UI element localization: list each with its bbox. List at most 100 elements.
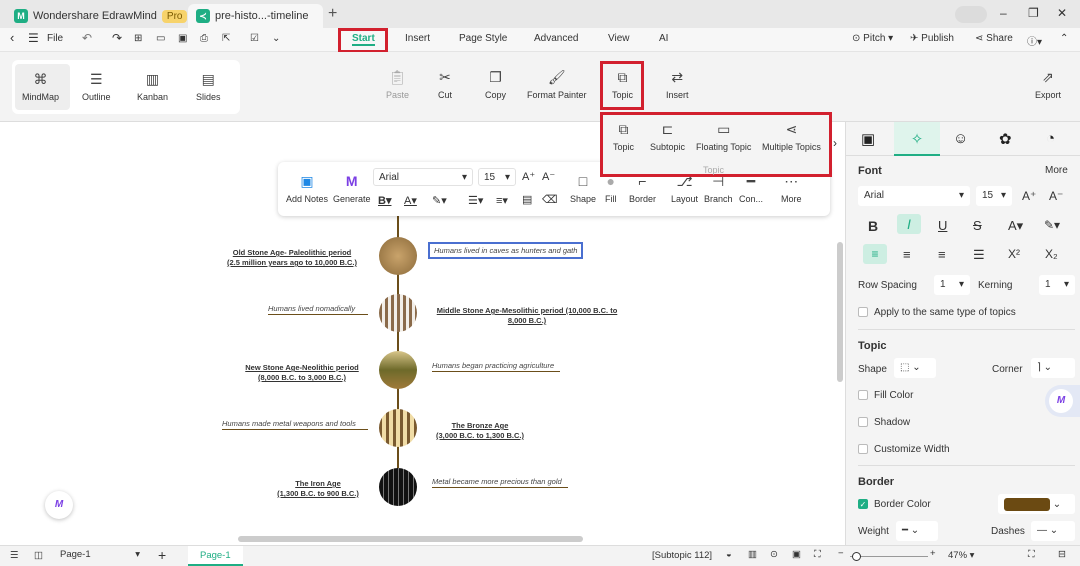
- increase-font-icon[interactable]: A⁺: [522, 170, 535, 183]
- font-more-link[interactable]: More: [1045, 165, 1068, 176]
- checkbox[interactable]: [858, 444, 868, 455]
- align-right-icon[interactable]: ≡: [938, 247, 946, 262]
- shape-select[interactable]: ⬚ ⌄: [894, 358, 936, 378]
- align-center-icon[interactable]: ≡: [903, 247, 911, 262]
- border-color-picker[interactable]: ⌄: [998, 494, 1075, 514]
- superscript-icon[interactable]: X²: [1008, 247, 1020, 261]
- note-new-stone-age[interactable]: Humans began practicing agriculture: [432, 361, 560, 372]
- timeline-node-image[interactable]: [379, 351, 417, 389]
- theme-tab-icon[interactable]: ✿: [999, 130, 1012, 148]
- row-spacing-select[interactable]: 1 ▾: [934, 275, 970, 295]
- branch-button[interactable]: ⊣ Branch: [704, 174, 733, 204]
- text-highlight-icon[interactable]: ✎▾: [1044, 218, 1060, 232]
- horizontal-scrollbar[interactable]: [238, 536, 583, 542]
- checkbox[interactable]: [858, 417, 868, 428]
- weight-select[interactable]: ━ ⌄: [896, 521, 938, 541]
- apply-same-checkbox[interactable]: Apply to the same type of topics: [858, 307, 1016, 318]
- more-button[interactable]: ⋯ More: [781, 174, 802, 204]
- outline-toggle-icon[interactable]: ☰: [10, 550, 19, 561]
- topic-old-stone-age[interactable]: Old Stone Age- Paleolithic period (2.5 mi…: [222, 248, 362, 268]
- print-icon[interactable]: ⎙: [200, 33, 208, 44]
- style-tab-icon[interactable]: ▣: [861, 130, 875, 148]
- panel-font-select[interactable]: Arial ▾: [858, 186, 970, 206]
- dashes-select[interactable]: — ⌄: [1031, 521, 1075, 541]
- customize-width-checkbox[interactable]: Customize Width: [858, 444, 950, 455]
- fill-color-checkbox[interactable]: Fill Color: [858, 390, 913, 401]
- shape-button[interactable]: □ Shape: [570, 174, 596, 204]
- app-tab[interactable]: M Wondershare EdrawMind Pro: [6, 4, 195, 28]
- view-kanban[interactable]: ▥ Kanban: [137, 72, 168, 102]
- publish-button[interactable]: ✈ Publish: [910, 33, 954, 44]
- timeline-node-image[interactable]: [379, 294, 417, 332]
- kerning-select[interactable]: 1 ▾: [1039, 275, 1075, 295]
- vertical-scrollbar[interactable]: [837, 242, 843, 382]
- fill-button[interactable]: ● Fill: [605, 174, 617, 204]
- tab-advanced[interactable]: Advanced: [534, 33, 578, 44]
- align-icon[interactable]: ≡▾: [496, 194, 508, 207]
- user-avatar[interactable]: [955, 6, 987, 23]
- export-button[interactable]: ⇗ Export: [1035, 70, 1061, 100]
- new-tab-button[interactable]: +: [328, 5, 337, 23]
- save-icon[interactable]: ▣: [178, 33, 187, 44]
- view-outline[interactable]: ☰ Outline: [82, 72, 111, 102]
- minimize-button[interactable]: –: [1000, 6, 1007, 20]
- mouse-mode-icon[interactable]: ◒: [726, 549, 732, 560]
- document-tab[interactable]: ≺ pre-histo...-timeline: [188, 4, 323, 28]
- tab-view[interactable]: View: [608, 33, 630, 44]
- dropdown-subtopic[interactable]: ⊏ Subtopic: [650, 122, 685, 152]
- undo-icon[interactable]: ↶: [82, 31, 92, 45]
- ai-assistant-icon[interactable]: M: [45, 491, 73, 519]
- pitch-button[interactable]: ⊙ Pitch ▾: [852, 33, 893, 44]
- topic-middle-stone-age[interactable]: Middle Stone Age-Mesolithic period (10,0…: [432, 306, 622, 326]
- timeline-node-image[interactable]: [379, 468, 417, 506]
- zoom-out-icon[interactable]: −: [838, 548, 844, 559]
- tab-ai[interactable]: AI: [659, 33, 668, 44]
- paste-button[interactable]: 📋︎ Paste: [386, 70, 409, 100]
- add-page-icon[interactable]: +: [158, 547, 166, 563]
- border-color-checkbox[interactable]: ✓ Border Color: [858, 499, 931, 510]
- page-select[interactable]: Page-1 ▾: [60, 549, 140, 560]
- strikethrough-icon[interactable]: S: [973, 218, 982, 233]
- menu-icon[interactable]: ☰: [28, 31, 39, 45]
- insert-button[interactable]: ⇄ Insert: [666, 70, 689, 100]
- file-menu[interactable]: File: [47, 33, 63, 44]
- checkbox-checked[interactable]: ✓: [858, 499, 868, 510]
- ai-float-button[interactable]: M: [1045, 385, 1080, 417]
- marker-tab-icon[interactable]: ☺: [953, 130, 968, 147]
- fit-screen-icon[interactable]: ⛶: [814, 549, 821, 560]
- book-icon[interactable]: ▥: [748, 549, 757, 560]
- checkbox[interactable]: [858, 390, 868, 401]
- topic-new-stone-age[interactable]: New Stone Age-Neolithic period (8,000 B.C…: [242, 363, 362, 383]
- collapse-ribbon-icon[interactable]: ⌃: [1060, 33, 1068, 44]
- view-slides[interactable]: ▤ Slides: [196, 72, 221, 102]
- border-button[interactable]: ⌐ Border: [629, 174, 656, 204]
- help-icon[interactable]: ⓘ▾: [1027, 33, 1042, 48]
- close-window-button[interactable]: ✕: [1057, 6, 1067, 20]
- panel-size-select[interactable]: 15 ▾: [976, 186, 1012, 206]
- align-left-icon[interactable]: ≡: [863, 244, 887, 264]
- zoom-level[interactable]: 47% ▾: [948, 550, 974, 561]
- expand-panel-icon[interactable]: ›: [833, 136, 837, 150]
- subscript-icon[interactable]: X₂: [1045, 247, 1058, 261]
- highlight-icon[interactable]: ✎▾: [432, 194, 447, 207]
- share-button[interactable]: ⋖ Share: [975, 33, 1013, 44]
- fullscreen-icon[interactable]: ⛶: [1028, 549, 1035, 560]
- zoom-slider[interactable]: [850, 552, 928, 561]
- dropdown-topic[interactable]: ⧉ Topic: [613, 122, 634, 152]
- timeline-node-image[interactable]: [379, 237, 417, 275]
- fit-page-icon[interactable]: ▣: [792, 549, 801, 560]
- layout-button[interactable]: ⎇ Layout: [671, 174, 698, 204]
- generate-button[interactable]: M Generate: [333, 174, 371, 204]
- font-select[interactable]: Arial ▾: [373, 168, 473, 186]
- bold-icon[interactable]: B: [868, 218, 878, 234]
- restore-button[interactable]: ❐: [1028, 6, 1039, 20]
- font-size-select[interactable]: 15 ▾: [478, 168, 516, 186]
- page-tab[interactable]: Page-1: [188, 546, 243, 566]
- tab-page-style[interactable]: Page Style: [459, 33, 507, 44]
- export-quick-icon[interactable]: ⇱: [222, 33, 230, 44]
- redo-icon[interactable]: ↷: [112, 31, 122, 45]
- ai-tab-icon[interactable]: ✧: [894, 122, 940, 156]
- sidebar-toggle-icon[interactable]: ◫: [34, 550, 43, 561]
- timeline-node-image[interactable]: [379, 409, 417, 447]
- connector-button[interactable]: ━ Con...: [739, 174, 763, 204]
